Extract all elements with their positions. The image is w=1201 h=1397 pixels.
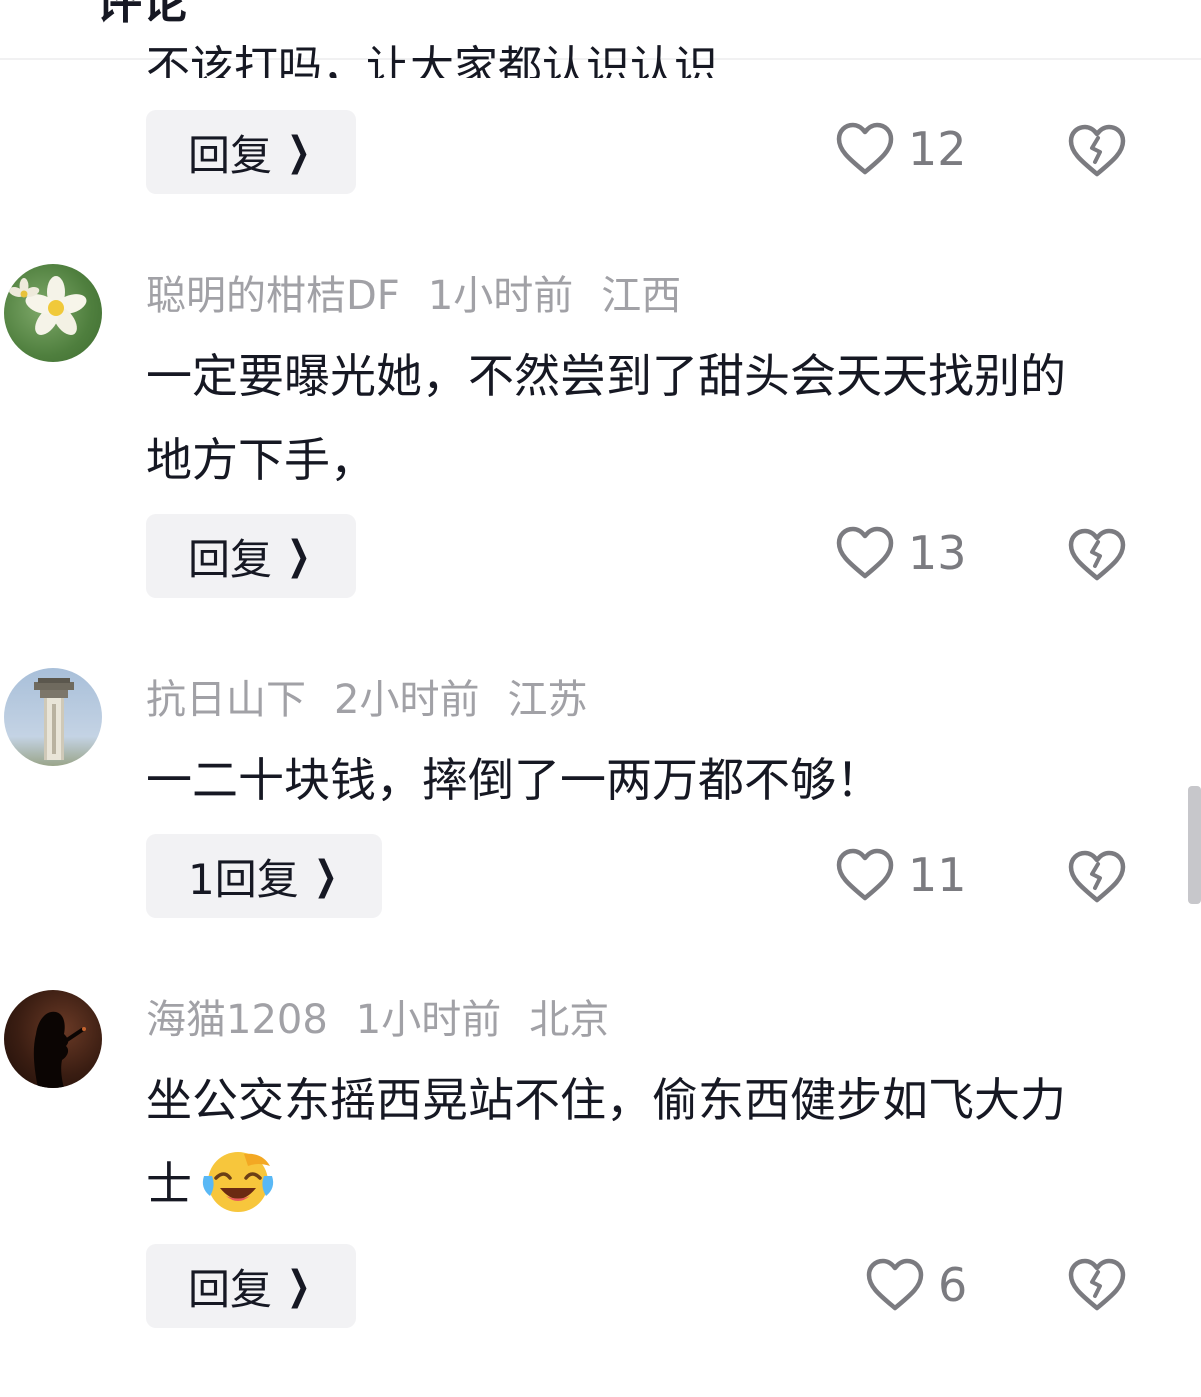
comment-text: 一二十块钱，摔倒了一两万都不够！ — [146, 753, 882, 807]
username[interactable]: 抗日山下 — [146, 677, 306, 723]
chevron-right-icon: ❯ — [313, 853, 338, 899]
chevron-right-icon: ❯ — [287, 129, 311, 175]
reply-label: 回复 — [188, 1264, 273, 1314]
reply-label: 回复 — [188, 534, 273, 584]
broken-heart-icon — [1068, 850, 1126, 903]
comment-meta: 聪明的柑桔DF 1小时前 江西 — [146, 270, 709, 322]
scrollbar-thumb[interactable] — [1188, 786, 1201, 904]
chevron-right-icon: ❯ — [287, 533, 311, 579]
location: 江西 — [601, 273, 682, 319]
dislike-button[interactable] — [1068, 528, 1126, 586]
dislike-button[interactable] — [1068, 1258, 1126, 1316]
broken-heart-icon — [1068, 1258, 1126, 1311]
reply-button[interactable]: 回复 ❯ — [146, 110, 356, 194]
reply-button[interactable]: 回复 ❯ — [146, 1244, 356, 1328]
reply-label: 回复 — [188, 130, 273, 180]
dislike-button[interactable] — [1068, 850, 1126, 908]
username[interactable]: 聪明的柑桔DF — [146, 273, 400, 319]
dislike-button[interactable] — [1068, 124, 1126, 182]
heart-outline-icon — [836, 848, 894, 901]
comment-text: 一定要曝光她，不然尝到了甜头会天天找别的地方下手， — [146, 349, 1066, 487]
header-title-fragment: 评论 — [96, 0, 188, 29]
avatar[interactable] — [4, 264, 102, 362]
location: 江苏 — [507, 677, 588, 723]
broken-heart-icon — [1068, 528, 1126, 581]
chevron-right-icon: ❯ — [287, 1263, 311, 1309]
plumeria-flower-avatar — [8, 276, 87, 335]
like-count: 12 — [908, 122, 967, 176]
reply-button[interactable]: 1回复 ❯ — [146, 834, 383, 918]
partial-comment-text: 不该打吗，让大家都认识认识 — [146, 42, 718, 79]
like-count: 13 — [908, 526, 967, 580]
like-count: 6 — [938, 1258, 968, 1312]
comment-meta: 海猫1208 1小时前 北京 — [146, 994, 637, 1046]
reply-label: 1回复 — [188, 854, 299, 904]
location: 北京 — [529, 997, 610, 1043]
heart-outline-icon — [866, 1258, 924, 1311]
heart-outline-icon — [836, 122, 894, 175]
timestamp: 2小时前 — [334, 677, 480, 723]
broken-heart-icon — [1068, 124, 1126, 177]
comment-text: 坐公交东摇西晃站不住，偷东西健步如飞大力士 — [146, 1058, 1106, 1226]
timestamp: 1小时前 — [355, 997, 502, 1043]
like-button[interactable]: 11 — [836, 848, 967, 902]
like-count: 11 — [908, 848, 967, 902]
reply-button[interactable]: 回复 ❯ — [146, 514, 356, 598]
heart-outline-icon — [836, 526, 894, 579]
like-button[interactable]: 6 — [866, 1258, 967, 1312]
avatar[interactable] — [4, 668, 102, 766]
timestamp: 1小时前 — [427, 273, 574, 319]
comment-meta: 抗日山下 2小时前 江苏 — [146, 674, 615, 726]
like-button[interactable]: 13 — [836, 526, 967, 580]
silhouette-woman-avatar — [33, 1011, 86, 1088]
username[interactable]: 海猫1208 — [146, 997, 328, 1043]
monument-tower-avatar — [34, 678, 74, 760]
comment-text-body: 坐公交东摇西晃站不住，偷东西健步如飞大力士 — [146, 1073, 1066, 1211]
like-button[interactable]: 12 — [836, 122, 967, 176]
laughing-crying-emoji — [202, 1152, 274, 1212]
avatar[interactable] — [4, 990, 102, 1088]
